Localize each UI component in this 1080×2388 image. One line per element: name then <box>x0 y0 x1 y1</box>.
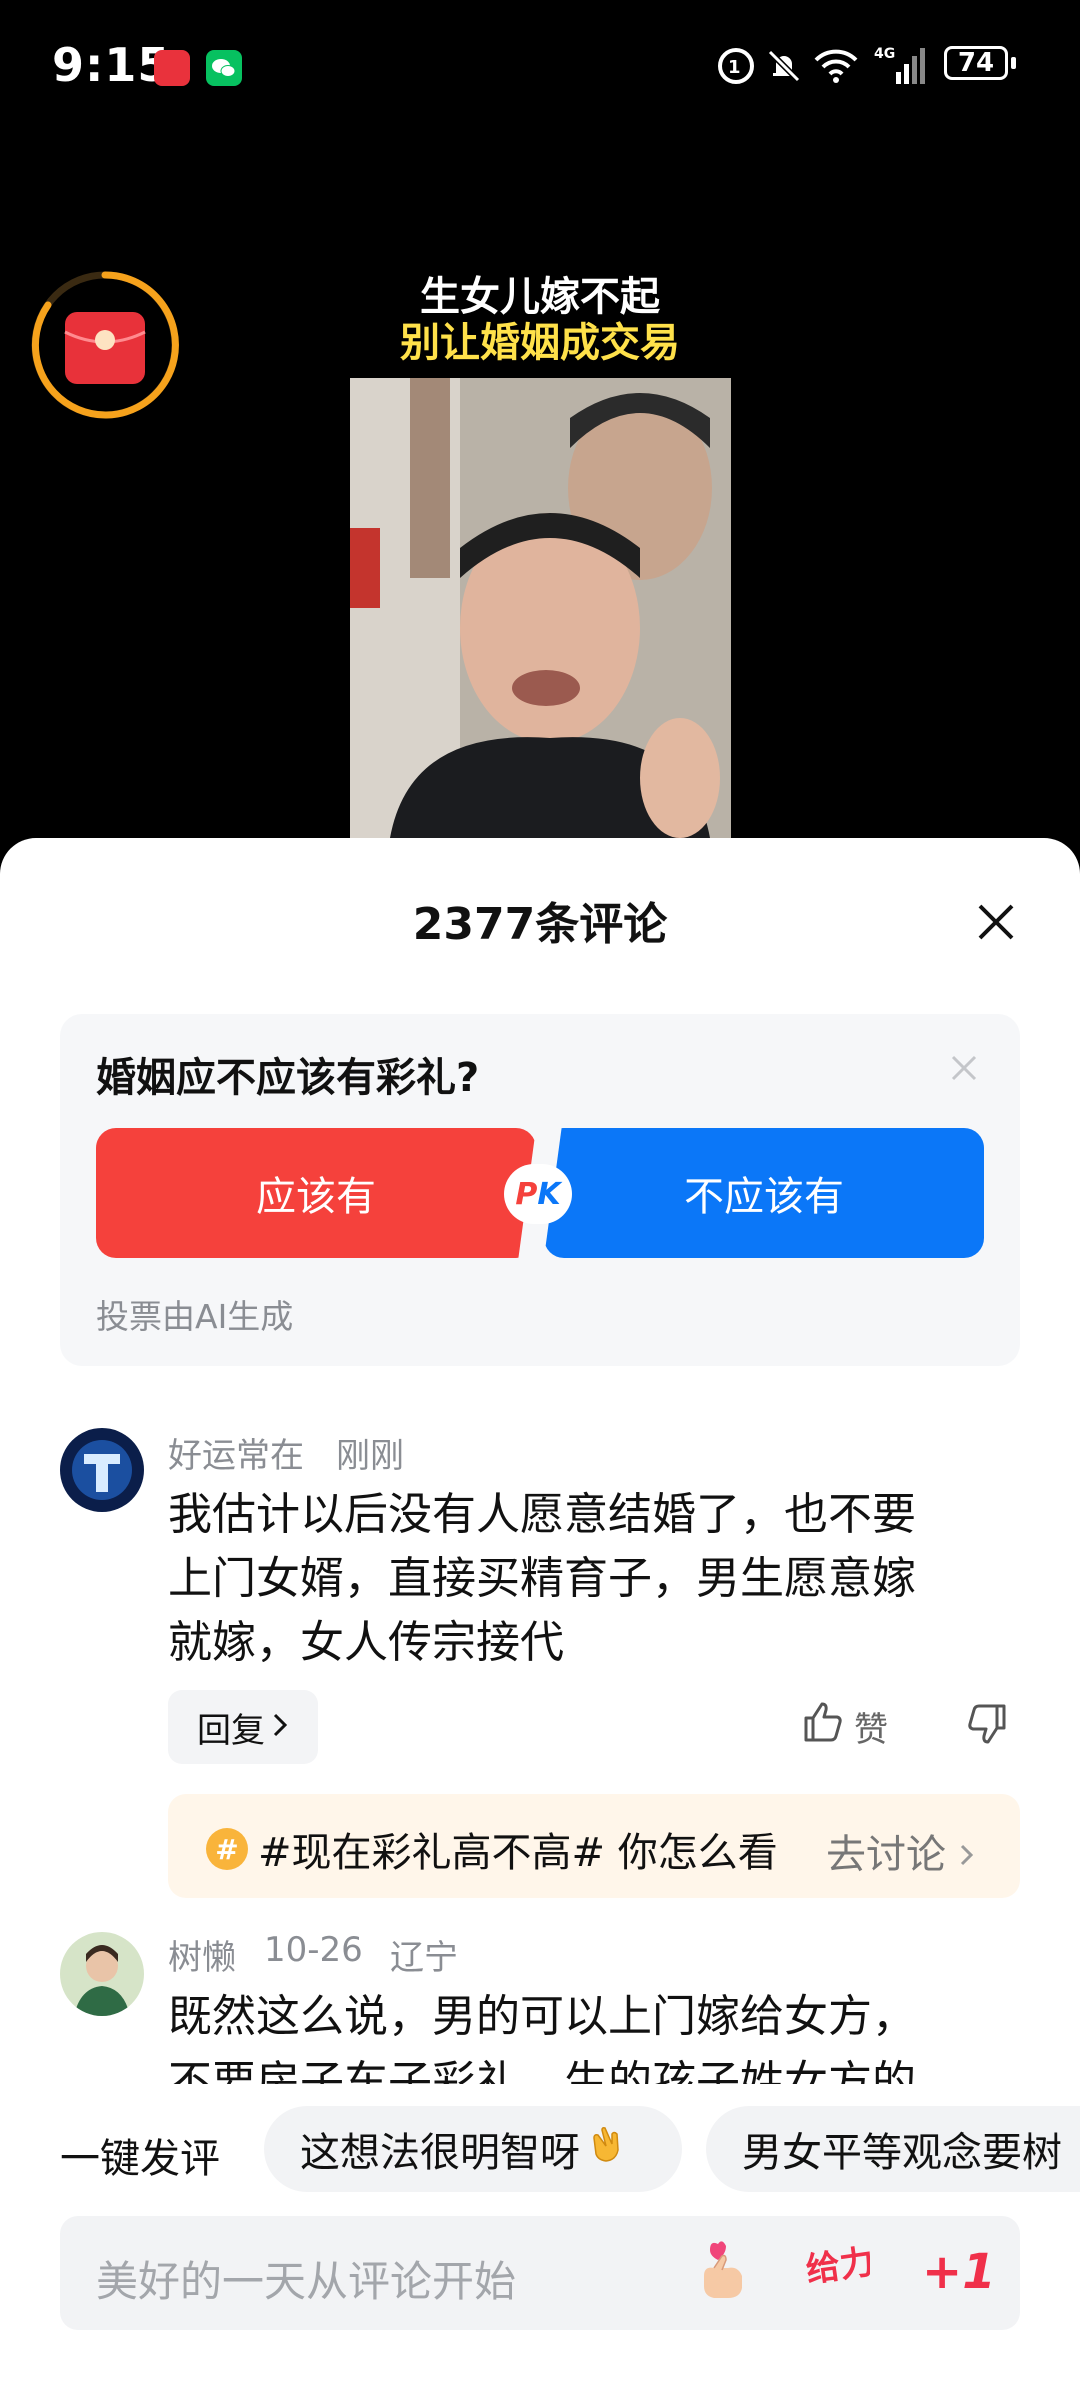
vote-yes-button[interactable]: 应该有 <box>96 1128 536 1258</box>
avatar[interactable] <box>60 1428 144 1512</box>
comment-username[interactable]: 树懒 <box>168 1930 236 1979</box>
status-bar: 9:15 1 4G 74 <box>0 0 1080 130</box>
avatar[interactable] <box>60 1932 144 2016</box>
reply-button[interactable]: 回复 <box>168 1690 318 1764</box>
thumbs-up-icon <box>800 1700 844 1753</box>
comments-count-title: 2377条评论 <box>412 899 668 950</box>
comment-text-line: 就嫁，女人传宗接代 <box>168 1617 564 1668</box>
topic-text-row: # #现在彩礼高不高# 你怎么看 <box>206 1820 778 1878</box>
video-title-line1: 生女儿嫁不起 <box>420 274 660 320</box>
quick-reply-chip[interactable]: 男女平等观念要树 <box>706 2106 1080 2192</box>
thumbs-down-icon[interactable] <box>966 1702 1010 1750</box>
reply-label: 回复 <box>197 1710 265 1751</box>
close-icon[interactable] <box>972 898 1020 946</box>
comment-username[interactable]: 好运常在 <box>168 1428 304 1477</box>
poll-ai-note: 投票由AI生成 <box>96 1297 294 1336</box>
status-time: 9:15 <box>52 38 171 92</box>
wechat-icon <box>206 50 242 86</box>
topic-discuss-link[interactable]: 去讨论 <box>826 1822 975 1880</box>
comment-time: 10-26 <box>264 1930 363 1970</box>
finger-heart-sticker-icon[interactable] <box>692 2236 752 2306</box>
chevron-right-icon <box>271 1707 289 1747</box>
chevron-right-icon <box>959 1832 975 1878</box>
comment-item: 树懒 10-26 辽宁 既然这么说，男的可以上门嫁给女方， 不要房子车子彩礼，生… <box>0 1900 1080 2084</box>
battery-level: 74 <box>957 48 995 78</box>
geili-sticker-icon[interactable]: 给力 <box>800 2232 876 2302</box>
svg-text:1: 1 <box>728 57 741 78</box>
vote-no-button[interactable]: 不应该有 <box>544 1128 984 1258</box>
like-button[interactable]: 赞 <box>800 1700 888 1753</box>
video-frame[interactable] <box>350 378 731 838</box>
poll-question: 婚姻应不应该有彩礼? <box>96 1055 480 1101</box>
quick-reply-chip[interactable]: 这想法很明智呀 <box>264 2106 682 2192</box>
battery-icon: 74 <box>944 46 1018 84</box>
topic-text: #现在彩礼高不高# 你怎么看 <box>258 1830 778 1876</box>
signal-icon: 4G <box>874 44 928 92</box>
comment-text-line: 上门女婿，直接买精育子，男生愿意嫁 <box>168 1553 916 1604</box>
svg-text:4G: 4G <box>874 46 895 62</box>
topic-hash-icon: # <box>206 1828 248 1870</box>
wifi-icon <box>812 46 860 90</box>
poll-dismiss-icon[interactable] <box>948 1052 980 1084</box>
comment-text-line: 我估计以后没有人愿意结婚了，也不要 <box>168 1489 916 1540</box>
comment-text-line: 既然这么说，男的可以上门嫁给女方， <box>168 1991 916 2042</box>
hd-call-icon: 1 <box>716 46 756 90</box>
video-title-line2: 别让婚姻成交易 <box>400 320 680 366</box>
comment-input-placeholder[interactable]: 美好的一天从评论开始 <box>96 2248 516 2309</box>
like-label: 赞 <box>854 1710 888 1750</box>
clapping-hands-icon <box>586 2124 626 2174</box>
comment-location: 辽宁 <box>390 1938 458 1978</box>
quick-comment-label: 一键发评 <box>60 2136 220 2182</box>
mute-bell-icon <box>764 46 804 90</box>
huawei-app-icon <box>154 50 190 86</box>
comment-time: 刚刚 <box>336 1436 404 1476</box>
svg-text:给力: 给力 <box>803 2242 870 2291</box>
plus-one-button[interactable]: +1 <box>922 2244 996 2300</box>
comment-text-line: 不要房子车子彩礼，生的孩子姓女方的 <box>168 2057 916 2084</box>
pk-badge: PK <box>504 1164 572 1224</box>
